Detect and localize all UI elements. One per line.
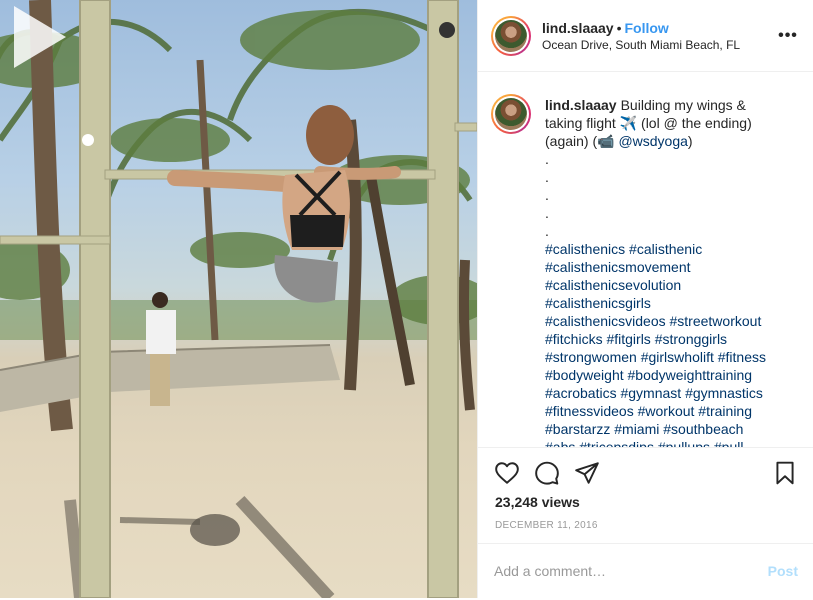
hashtag-line[interactable]: #strongwomen #girlswholift #fitness [545, 348, 800, 366]
post-dialog: lind.slaaay • Follow Ocean Drive, South Mi… [0, 0, 813, 598]
author-avatar[interactable] [491, 16, 531, 56]
hashtag-line[interactable]: #barstarzz #miami #southbeach [545, 420, 800, 438]
more-options-icon[interactable]: ••• [778, 28, 798, 44]
author-username[interactable]: lind.slaaay [542, 20, 614, 36]
caption-dot: . [545, 151, 549, 167]
caption-username[interactable]: lind.slaaay [545, 97, 617, 113]
video-frame-illustration [0, 0, 477, 598]
caption-mention[interactable]: @wsdyoga [618, 133, 687, 149]
post-caption: lind.slaaay Building my wings & taking fl… [545, 96, 800, 447]
post-video[interactable] [0, 0, 477, 598]
heart-icon[interactable] [494, 460, 520, 486]
view-count[interactable]: 23,248 views [495, 494, 580, 510]
caption-text-2: taking flight ✈️ (lol @ the ending) [545, 115, 752, 131]
post-location[interactable]: Ocean Drive, South Miami Beach, FL [542, 38, 740, 52]
caption-dot: . [545, 169, 549, 185]
caption-section: lind.slaaay Building my wings & taking fl… [478, 73, 813, 447]
caption-author-avatar[interactable] [491, 94, 531, 134]
header-user-line: lind.slaaay • Follow [542, 20, 669, 36]
add-comment-bar: Post [478, 543, 813, 598]
caption-dot: . [545, 187, 549, 203]
caption-text-1: Building my wings & [620, 97, 746, 113]
caption-dot: . [545, 223, 549, 239]
share-icon[interactable] [574, 460, 600, 486]
post-actions: 23,248 views DECEMBER 11, 2016 [478, 447, 813, 543]
bookmark-icon[interactable] [772, 460, 798, 486]
hashtag-line[interactable]: #abs #tricepsdips #pullups #pull [545, 438, 800, 447]
post-date[interactable]: DECEMBER 11, 2016 [495, 520, 598, 531]
header-separator: • [616, 20, 622, 36]
hashtag-line[interactable]: #calisthenicsvideos #streetworkout [545, 312, 800, 330]
comment-icon[interactable] [534, 460, 560, 486]
hashtag-line[interactable]: #bodyweight #bodyweighttraining [545, 366, 800, 384]
hashtag-line[interactable]: #fitnessvideos #workout #training [545, 402, 800, 420]
hashtag-line[interactable]: #calisthenicsevolution [545, 276, 800, 294]
caption-dot: . [545, 205, 549, 221]
caption-text-3-end: ) [687, 133, 693, 149]
post-header: lind.slaaay • Follow Ocean Drive, South Mi… [478, 0, 813, 72]
hashtag-line[interactable]: #acrobatics #gymnast #gymnastics [545, 384, 800, 402]
comment-input[interactable] [494, 561, 744, 581]
play-icon[interactable] [0, 0, 74, 74]
post-side-panel: lind.slaaay • Follow Ocean Drive, South Mi… [477, 0, 813, 598]
hashtag-line[interactable]: #calisthenicsmovement [545, 258, 800, 276]
caption-text-3: (again) (📹 [545, 133, 615, 149]
hashtag-line[interactable]: #calisthenics #calisthenic [545, 240, 800, 258]
follow-button[interactable]: Follow [625, 20, 669, 36]
post-comment-button[interactable]: Post [768, 563, 798, 579]
hashtag-line[interactable]: #fitchicks #fitgirls #stronggirls [545, 330, 800, 348]
hashtag-line[interactable]: #calisthenicsgirls [545, 294, 800, 312]
